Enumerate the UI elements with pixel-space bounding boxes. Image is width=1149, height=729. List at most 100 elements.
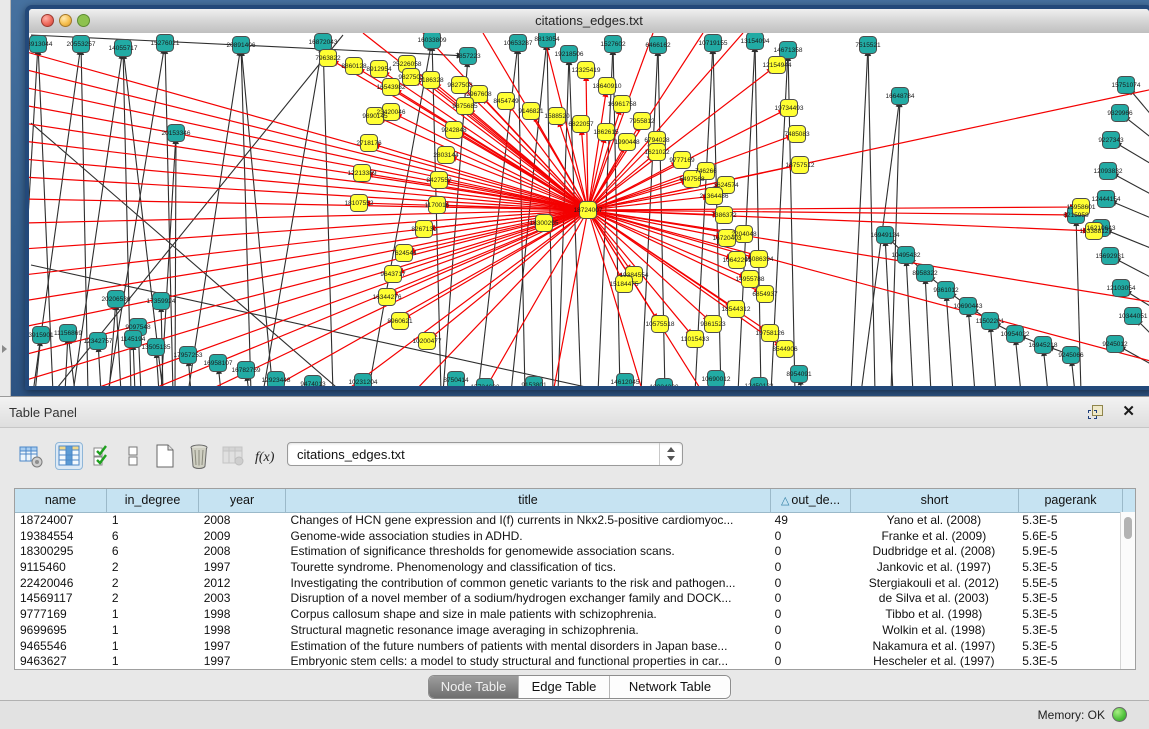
table-body: 1872400712008Changes of HCN gene express… bbox=[15, 512, 1121, 669]
node-attribute-table[interactable]: namein_degreeyeartitle△out_de...shortpag… bbox=[14, 488, 1136, 670]
expand-panel-arrow-icon[interactable] bbox=[2, 345, 7, 353]
table-row[interactable]: 946554611997Estimation of the future num… bbox=[15, 638, 1121, 654]
node-label: 7963822 bbox=[315, 55, 341, 62]
network-edge bbox=[906, 264, 913, 386]
network-view-window[interactable]: citations_edges.txt 18913044205532571405… bbox=[25, 5, 1149, 390]
new-table-icon[interactable] bbox=[152, 443, 178, 469]
table-row[interactable]: 911546021997Tourette syndrome. Phenomeno… bbox=[15, 559, 1121, 575]
table-row[interactable]: 1830029562008Estimation of significance … bbox=[15, 543, 1121, 559]
node-label: 2803144 bbox=[433, 152, 459, 159]
node-label: 16961758 bbox=[608, 101, 637, 108]
tab-node-table[interactable]: Node Table bbox=[429, 676, 519, 698]
column-header-in_degree[interactable]: in_degree bbox=[107, 489, 199, 512]
table-cell: Jankovic et al. (1997) bbox=[849, 559, 1017, 575]
delete-table-icon[interactable] bbox=[186, 443, 212, 469]
network-edge bbox=[1127, 119, 1149, 143]
table-cell: Changes of HCN gene expression and I(f) … bbox=[286, 512, 770, 528]
node-label: 16958107 bbox=[204, 360, 233, 367]
table-cell: 49 bbox=[770, 512, 850, 528]
node-label: 16949124 bbox=[871, 232, 900, 239]
table-type-tabbar: Node TableEdge TableNetwork Table bbox=[0, 674, 1149, 702]
tab-network-table[interactable]: Network Table bbox=[610, 676, 730, 698]
close-icon[interactable]: ✕ bbox=[1122, 402, 1135, 420]
network-edge bbox=[29, 51, 588, 210]
table-row[interactable]: 946362711997Embryonic stem cells: a mode… bbox=[15, 653, 1121, 669]
table-cell: 1997 bbox=[199, 653, 286, 669]
column-header-pagerank[interactable]: pagerank bbox=[1019, 489, 1123, 512]
table-cell: Estimation of significance thresholds fo… bbox=[286, 543, 770, 559]
node-label: 2967608 bbox=[466, 91, 492, 98]
node-label: 16945218 bbox=[1029, 342, 1058, 349]
node-label: 21364486 bbox=[700, 193, 729, 200]
network-edge bbox=[588, 210, 1149, 303]
column-header-name[interactable]: name bbox=[15, 489, 107, 512]
node-label: 14055717 bbox=[109, 45, 138, 52]
node-label: 6822057 bbox=[568, 121, 594, 128]
function-builder-icon[interactable]: f(x) bbox=[252, 443, 278, 469]
network-edge bbox=[1116, 176, 1149, 198]
node-label: 16543982 bbox=[377, 84, 406, 91]
column-header-title[interactable]: title bbox=[286, 489, 771, 512]
float-window-icon[interactable] bbox=[1088, 405, 1103, 419]
select-all-icon[interactable] bbox=[90, 443, 116, 469]
table-cell: 5.3E-5 bbox=[1017, 590, 1121, 606]
table-cell: 9463627 bbox=[15, 653, 107, 669]
node-label: 1990448 bbox=[614, 139, 640, 146]
network-edge bbox=[588, 210, 643, 386]
table-cell: 2003 bbox=[199, 590, 286, 606]
column-header-year[interactable]: year bbox=[199, 489, 286, 512]
table-cell: 2 bbox=[107, 559, 199, 575]
table-cell: 2008 bbox=[199, 512, 286, 528]
network-edge bbox=[29, 199, 588, 210]
table-cell: Hescheler et al. (1997) bbox=[849, 653, 1017, 669]
node-label: 3915901 bbox=[29, 332, 54, 339]
node-label: 13154094 bbox=[741, 38, 770, 45]
node-label: 19384554 bbox=[620, 272, 649, 279]
table-cell: 2012 bbox=[199, 575, 286, 591]
network-edge bbox=[29, 210, 588, 223]
node-label: 16086394 bbox=[745, 256, 774, 263]
dropdown-stepper-icon[interactable] bbox=[659, 443, 682, 465]
node-label: 9474013 bbox=[300, 381, 326, 386]
tab-edge-table[interactable]: Edge Table bbox=[519, 676, 610, 698]
table-row[interactable]: 977716911998Corpus callosum shape and si… bbox=[15, 606, 1121, 622]
column-header-short[interactable]: short bbox=[851, 489, 1019, 512]
network-edge bbox=[1115, 203, 1149, 221]
table-row[interactable]: 1872400712008Changes of HCN gene express… bbox=[15, 512, 1121, 528]
node-label: 18913044 bbox=[29, 41, 53, 48]
table-row[interactable]: 969969511998Structural magnetic resonanc… bbox=[15, 622, 1121, 638]
table-row[interactable]: 1938455462009Genome-wide association stu… bbox=[15, 528, 1121, 544]
table-row[interactable]: 2242004622012Investigating the contribut… bbox=[15, 575, 1121, 591]
node-label: 9242848 bbox=[441, 127, 467, 134]
node-label: 10954022 bbox=[1001, 331, 1030, 338]
table-toolbar: f(x) citations_edges.txt bbox=[0, 427, 1149, 485]
network-window-titlebar[interactable]: citations_edges.txt bbox=[29, 9, 1149, 34]
unselect-all-icon[interactable] bbox=[120, 443, 146, 469]
table-row[interactable]: 1456911722003Disruption of a novel membe… bbox=[15, 590, 1121, 606]
network-edge bbox=[891, 105, 900, 386]
node-label: 20206536 bbox=[102, 296, 131, 303]
network-edge bbox=[157, 356, 159, 386]
table-cell: 9699695 bbox=[15, 622, 107, 638]
column-header-out_de[interactable]: △out_de... bbox=[771, 489, 851, 512]
table-settings-icon[interactable] bbox=[18, 443, 44, 469]
table-vertical-scrollbar[interactable] bbox=[1120, 512, 1135, 669]
network-desktop: citations_edges.txt 18913044205532571405… bbox=[11, 0, 1149, 396]
node-label: 1621022 bbox=[644, 149, 670, 156]
table-cell: Disruption of a novel member of a sodium… bbox=[286, 590, 770, 606]
table-cell: 2009 bbox=[199, 528, 286, 544]
network-edge bbox=[31, 265, 613, 386]
table-cell: 6 bbox=[107, 528, 199, 544]
node-label: 20891406 bbox=[227, 42, 256, 49]
network-edge bbox=[885, 244, 893, 386]
network-canvas[interactable]: 1891304420553257140557171527602120891406… bbox=[29, 33, 1149, 386]
table-selector-dropdown[interactable]: citations_edges.txt bbox=[287, 442, 683, 466]
network-edge bbox=[133, 348, 135, 386]
scrollbar-thumb[interactable] bbox=[1124, 517, 1132, 539]
citation-network-graph: 1891304420553257140557171527602120891406… bbox=[29, 33, 1149, 386]
control-panel-collapsed-strip[interactable] bbox=[0, 0, 11, 396]
table-cell: 0 bbox=[770, 606, 850, 622]
table-cell: 22420046 bbox=[15, 575, 107, 591]
column-visibility-icon[interactable] bbox=[56, 443, 82, 469]
table-cell: 9777169 bbox=[15, 606, 107, 622]
